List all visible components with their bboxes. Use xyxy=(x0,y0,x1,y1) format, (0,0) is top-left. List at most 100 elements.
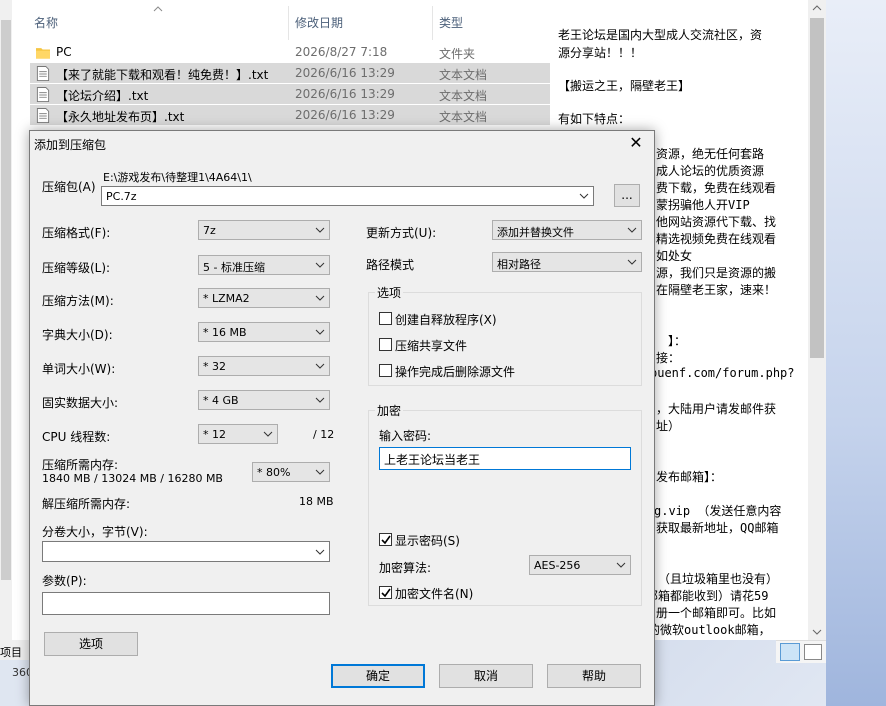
options-group: 选项 创建自释放程序(X) 压缩共享文件 操作完成后删除源文件 xyxy=(368,284,642,386)
archive-name-combo[interactable]: PC.7z xyxy=(101,186,594,206)
chevron-down-icon xyxy=(616,562,626,568)
file-name: 【论坛介绍】.txt xyxy=(56,89,149,103)
update-value: 添加并替换文件 xyxy=(497,226,574,239)
scroll-down-icon[interactable] xyxy=(812,628,822,636)
threads-select[interactable]: * 12 xyxy=(198,424,278,444)
help-button[interactable]: 帮助 xyxy=(547,664,641,688)
split-size-combo[interactable] xyxy=(42,541,330,562)
threads-label: CPU 线程数: xyxy=(42,430,111,444)
dict-label: 字典大小(D): xyxy=(42,328,113,342)
viewer-line: 获取最新地址，QQ邮箱 xyxy=(656,521,779,535)
list-item[interactable]: PC 2026/8/27 7:18 文件夹 xyxy=(30,42,550,62)
checkbox-box[interactable] xyxy=(379,338,392,351)
status-item-count: 项目 xyxy=(0,646,22,659)
params-input[interactable] xyxy=(42,592,330,615)
method-select[interactable]: * LZMA2 xyxy=(198,288,330,308)
memory-detail: 1840 MB / 13024 MB / 16280 MB xyxy=(42,472,223,485)
options-button[interactable]: 选项 xyxy=(44,632,138,656)
viewer-line: puenf.com/forum.php? xyxy=(650,366,795,380)
ok-button[interactable]: 确定 xyxy=(331,664,425,688)
format-select[interactable]: 7z xyxy=(198,220,330,240)
threads-max: / 12 xyxy=(313,428,335,441)
level-select[interactable]: 5 - 标准压缩 xyxy=(198,255,330,275)
dict-select[interactable]: * 16 MB xyxy=(198,322,330,342)
browse-button[interactable]: ... xyxy=(614,184,640,207)
dict-value: * 16 MB xyxy=(203,326,247,339)
viewer-line: 【搬运之王，隔壁老王】 xyxy=(558,79,691,93)
password-label: 输入密码: xyxy=(379,429,432,443)
archive-name-value: PC.7z xyxy=(106,190,137,203)
viewer-line: 址） xyxy=(656,419,681,433)
viewer-line: 的微软outlook邮箱， xyxy=(648,623,771,637)
column-name[interactable]: 名称 xyxy=(34,14,58,31)
text-file-icon xyxy=(36,87,50,102)
viewer-line: 在隔壁老王家，速来！ xyxy=(656,283,777,297)
checkbox-box[interactable] xyxy=(379,586,392,599)
checkmark-icon xyxy=(381,535,391,545)
desktop-wallpaper xyxy=(826,0,886,706)
checkbox-box[interactable] xyxy=(379,533,392,546)
decompress-memory-label: 解压缩所需内存: xyxy=(42,497,131,511)
encryption-method-select[interactable]: AES-256 xyxy=(529,555,631,575)
viewer-scroll-thumb[interactable] xyxy=(810,18,824,358)
chevron-down-icon xyxy=(627,259,637,265)
viewer-line: 】： xyxy=(668,334,687,348)
file-date: 2026/8/27 7:18 xyxy=(295,45,388,59)
chevron-down-icon xyxy=(627,227,637,233)
chevron-down-icon xyxy=(315,227,325,233)
file-date: 2026/6/16 13:29 xyxy=(295,108,395,122)
file-type: 文本文档 xyxy=(439,110,488,124)
checkbox-box[interactable] xyxy=(379,312,392,325)
checkbox-box[interactable] xyxy=(379,364,392,377)
path-mode-value: 相对路径 xyxy=(497,258,541,271)
cancel-button[interactable]: 取消 xyxy=(439,664,533,688)
path-mode-select[interactable]: 相对路径 xyxy=(492,252,642,272)
explorer-scroll-thumb[interactable] xyxy=(1,20,11,580)
update-select[interactable]: 添加并替换文件 xyxy=(492,220,642,240)
word-select[interactable]: * 32 xyxy=(198,356,330,376)
folder-icon xyxy=(36,48,50,59)
viewer-line: ，大陆用户请发邮件获 xyxy=(656,402,777,416)
viewer-line: （且垃圾箱里也没有） xyxy=(658,572,779,586)
large-icons-view-icon[interactable] xyxy=(804,644,822,660)
list-item[interactable]: 【来了就能下载和观看！纯免费！】.txt 2026/6/16 13:29 文本文… xyxy=(30,63,550,83)
word-label: 单词大小(W): xyxy=(42,362,116,376)
path-mode-label: 路径模式 xyxy=(366,258,415,272)
file-type: 文本文档 xyxy=(439,68,488,82)
level-label: 压缩等级(L): xyxy=(42,261,111,275)
viewer-line: 有如下特点： xyxy=(558,112,631,126)
list-item[interactable]: 【永久地址发布页】.txt 2026/6/16 13:29 文本文档 xyxy=(30,105,550,125)
show-password-label: 显示密码(S) xyxy=(395,534,460,548)
threads-value: * 12 xyxy=(203,428,226,441)
params-label: 参数(P): xyxy=(42,574,87,588)
file-type: 文件夹 xyxy=(439,47,476,61)
details-view-icon[interactable] xyxy=(780,643,800,661)
chevron-down-icon xyxy=(263,431,273,437)
encryption-method-label: 加密算法: xyxy=(379,561,432,575)
scroll-up-icon[interactable] xyxy=(812,4,822,12)
viewer-line: 发布邮箱】： xyxy=(656,470,723,484)
column-type[interactable]: 类型 xyxy=(439,14,463,31)
viewer-line: 邮箱都能收到）请花59 xyxy=(646,589,769,603)
update-label: 更新方式(U): xyxy=(366,226,437,240)
password-input[interactable]: 上老王论坛当老王 xyxy=(379,447,631,470)
close-icon[interactable]: ✕ xyxy=(626,133,646,153)
chevron-down-icon xyxy=(579,193,589,199)
solid-select[interactable]: * 4 GB xyxy=(198,390,330,410)
chevron-down-icon xyxy=(315,262,325,268)
chevron-down-icon xyxy=(315,397,325,403)
level-value: 5 - 标准压缩 xyxy=(203,261,265,274)
file-name: 【来了就能下载和观看！纯免费！】.txt xyxy=(56,68,269,82)
sfx-label: 创建自释放程序(X) xyxy=(395,313,497,327)
column-date[interactable]: 修改日期 xyxy=(295,14,343,31)
list-item[interactable]: 【论坛介绍】.txt 2026/6/16 13:29 文本文档 xyxy=(30,84,550,104)
archive-path: E:\游戏发布\待整理1\4A64\1\ xyxy=(103,171,252,184)
method-label: 压缩方法(M): xyxy=(42,294,114,308)
encryption-method-value: AES-256 xyxy=(534,559,581,572)
viewer-line: 费下载，免费在线观看 xyxy=(656,181,777,195)
dialog-title: 添加到压缩包 xyxy=(34,138,107,152)
memory-percent-select[interactable]: * 80% xyxy=(252,462,330,482)
chevron-down-icon xyxy=(315,295,325,301)
text-file-icon xyxy=(36,66,50,81)
options-group-label: 选项 xyxy=(375,284,404,301)
